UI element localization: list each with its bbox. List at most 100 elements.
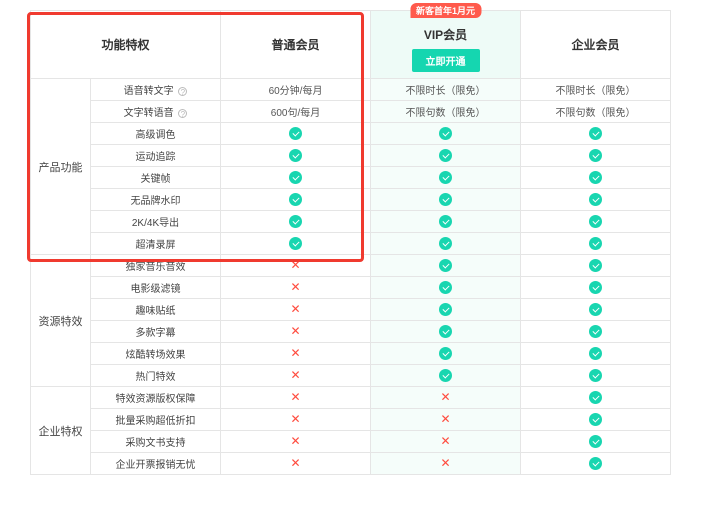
cell-text: 不限句数（限免） <box>556 108 636 119</box>
check-icon <box>589 457 602 470</box>
check-icon <box>439 149 452 162</box>
check-icon <box>589 193 602 206</box>
plan-cell <box>521 277 671 299</box>
check-icon <box>589 347 602 360</box>
check-icon <box>289 127 302 140</box>
plan-cell: ✕ <box>371 453 521 475</box>
plan-cell <box>371 343 521 365</box>
plan-cell: 不限句数（限免） <box>371 101 521 123</box>
info-icon[interactable] <box>178 87 187 96</box>
check-icon <box>439 281 452 294</box>
check-icon <box>589 369 602 382</box>
table-row: 电影级滤镜 ✕ <box>31 277 671 299</box>
check-icon <box>589 435 602 448</box>
plan-cell: ✕ <box>221 299 371 321</box>
check-icon <box>589 127 602 140</box>
cross-icon: ✕ <box>290 368 300 382</box>
cross-icon: ✕ <box>290 324 300 338</box>
plan-cell <box>221 233 371 255</box>
plan-cell <box>521 189 671 211</box>
check-icon <box>289 215 302 228</box>
table-row: 文字转语音 600句/每月不限句数（限免）不限句数（限免） <box>31 101 671 123</box>
plan-cell <box>221 167 371 189</box>
plan-cell <box>521 431 671 453</box>
plan-cell <box>371 299 521 321</box>
feature-label: 特效资源版权保障 <box>91 387 221 409</box>
plan-cell <box>371 189 521 211</box>
feature-label: 高级调色 <box>91 123 221 145</box>
table-row: 热门特效✕ <box>31 365 671 387</box>
check-icon <box>439 347 452 360</box>
table-row: 采购文书支持✕✕ <box>31 431 671 453</box>
feature-label: 批量采购超低折扣 <box>91 409 221 431</box>
check-icon <box>589 237 602 250</box>
check-icon <box>439 259 452 272</box>
check-icon <box>589 171 602 184</box>
table-row: 企业特权特效资源版权保障✕✕ <box>31 387 671 409</box>
vip-subscribe-button[interactable]: 立即开通 <box>412 49 480 72</box>
feature-label: 关键帧 <box>91 167 221 189</box>
check-icon <box>439 237 452 250</box>
check-icon <box>589 391 602 404</box>
table-row: 高级调色 <box>31 123 671 145</box>
table-row: 关键帧 <box>31 167 671 189</box>
plan-cell: ✕ <box>371 387 521 409</box>
plan-cell <box>521 387 671 409</box>
cross-icon: ✕ <box>440 390 450 404</box>
table-row: 运动追踪 <box>31 145 671 167</box>
plan-cell <box>521 453 671 475</box>
plan-cell <box>521 233 671 255</box>
cross-icon: ✕ <box>440 456 450 470</box>
plan-cell <box>371 211 521 233</box>
header-feature: 功能特权 <box>31 11 221 79</box>
check-icon <box>589 325 602 338</box>
check-icon <box>589 413 602 426</box>
plan-cell <box>521 299 671 321</box>
vip-badge: 新客首年1月元 <box>410 3 481 18</box>
plan-cell <box>521 321 671 343</box>
plan-cell <box>521 343 671 365</box>
plan-cell <box>221 145 371 167</box>
plan-cell <box>221 189 371 211</box>
plan-cell: ✕ <box>221 365 371 387</box>
plan-cell: ✕ <box>221 277 371 299</box>
check-icon <box>439 171 452 184</box>
cross-icon: ✕ <box>290 346 300 360</box>
table-row: 趣味贴纸✕ <box>31 299 671 321</box>
table-row: 企业开票报销无忧✕✕ <box>31 453 671 475</box>
check-icon <box>439 325 452 338</box>
feature-label: 超清录屏 <box>91 233 221 255</box>
table-row: 炫酷转场效果✕ <box>31 343 671 365</box>
table-row: 多款字幕✕ <box>31 321 671 343</box>
cell-text: 不限句数（限免） <box>406 108 486 119</box>
check-icon <box>589 303 602 316</box>
header-enterprise: 企业会员 <box>521 11 671 79</box>
plan-cell: ✕ <box>221 255 371 277</box>
feature-label: 运动追踪 <box>91 145 221 167</box>
plan-cell <box>371 145 521 167</box>
table-row: 产品功能语音转文字 60分钟/每月不限时长（限免）不限时长（限免） <box>31 79 671 101</box>
check-icon <box>589 149 602 162</box>
cross-icon: ✕ <box>440 434 450 448</box>
plan-cell: ✕ <box>221 387 371 409</box>
plan-cell: ✕ <box>221 321 371 343</box>
feature-label: 趣味贴纸 <box>91 299 221 321</box>
check-icon <box>439 215 452 228</box>
cross-icon: ✕ <box>290 258 300 272</box>
plan-cell: 不限句数（限免） <box>521 101 671 123</box>
table-row: 批量采购超低折扣✕✕ <box>31 409 671 431</box>
feature-label: 电影级滤镜 <box>91 277 221 299</box>
plan-cell <box>371 365 521 387</box>
plan-cell <box>371 321 521 343</box>
plan-cell <box>521 365 671 387</box>
check-icon <box>289 237 302 250</box>
vip-title: VIP会员 <box>371 26 520 43</box>
plan-cell <box>371 233 521 255</box>
plan-cell <box>521 255 671 277</box>
check-icon <box>589 259 602 272</box>
cross-icon: ✕ <box>290 280 300 294</box>
cross-icon: ✕ <box>440 412 450 426</box>
info-icon[interactable] <box>178 109 187 118</box>
check-icon <box>589 215 602 228</box>
category-cell: 产品功能 <box>31 79 91 255</box>
